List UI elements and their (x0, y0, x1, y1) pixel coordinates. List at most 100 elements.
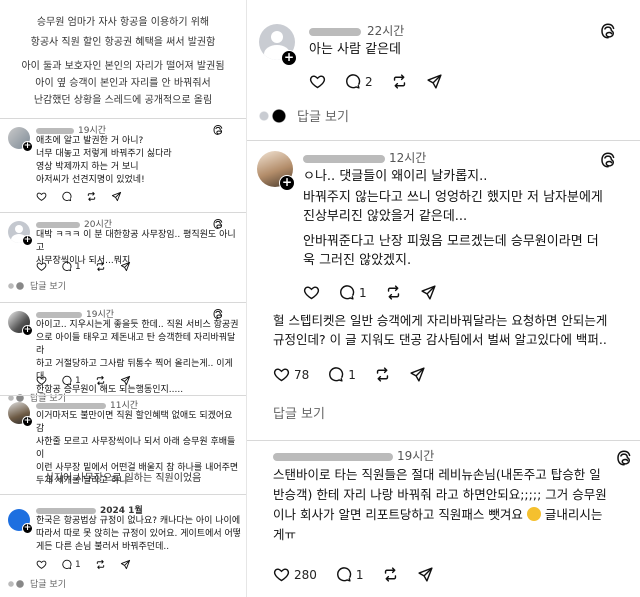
share-icon (111, 191, 122, 202)
like-count: 280 (294, 567, 317, 582)
caption-top: 승무원 엄마가 자사 항공을 이용하기 위해 항공사 직원 할인 항공권 혜택을… (30, 17, 216, 48)
post-card: 19시간 스탠바이로 타는 직원들은 절대 레비뉴손님(내돈주고 탑승한 일 반… (247, 440, 640, 597)
repost-icon (374, 366, 391, 383)
reply-count: 1 (75, 559, 81, 570)
heart-icon (36, 559, 47, 570)
comment-button[interactable]: 1 (327, 366, 356, 383)
share-button[interactable] (120, 559, 131, 570)
reply-count: 1 (75, 261, 81, 272)
heart-icon (273, 566, 290, 583)
repost-icon (95, 261, 106, 272)
comment-icon (338, 284, 355, 301)
view-replies-link[interactable]: 답글 보기 (8, 577, 66, 590)
like-button[interactable] (36, 261, 47, 272)
reply-indicator-icon (8, 281, 26, 290)
post-username[interactable]: 22시간 (309, 22, 404, 39)
post-actions: 1 (36, 375, 145, 386)
repost-button[interactable] (391, 73, 408, 90)
post-card: + 20시간 대박 ㅋㅋㅋ 이 분 대한항공 사무장임.. 평직원도 아니고 사… (0, 212, 246, 294)
post-text: 헐 스텝티켓은 일반 승객에게 자리바꿔달라는 요청하면 안되는게 규정인데? … (273, 313, 608, 347)
plus-badge-icon[interactable]: + (22, 325, 33, 336)
repost-button[interactable] (374, 366, 391, 383)
comment-button[interactable] (61, 191, 72, 202)
reply-count: 2 (365, 74, 373, 89)
comment-icon (61, 191, 72, 202)
view-replies-link[interactable]: 답글 보기 (259, 106, 349, 125)
post-card: + 19시간 애초에 알고 발권한 거 아니? 너무 대놓고 저렇게 바꿔주기 … (0, 118, 246, 210)
repost-button[interactable] (382, 566, 399, 583)
reply-count: 1 (359, 285, 367, 300)
like-button[interactable] (36, 191, 47, 202)
comment-button[interactable]: 1 (335, 566, 364, 583)
share-button[interactable] (120, 375, 131, 386)
repost-icon (382, 566, 399, 583)
heart-icon (36, 261, 47, 272)
repost-button[interactable] (385, 284, 402, 301)
post-actions: 2 (309, 73, 457, 90)
like-button[interactable] (36, 375, 47, 386)
share-button[interactable] (120, 261, 131, 272)
share-icon (120, 559, 131, 570)
comment-icon (61, 559, 72, 570)
repost-button[interactable] (86, 191, 97, 202)
repost-icon (86, 191, 97, 202)
comment-icon (344, 73, 361, 90)
caption-mid: 아이 둘과 보호자인 본인의 자리가 떨어져 발권됨 아이 옆 승객이 본인과 … (21, 61, 225, 106)
post-username[interactable]: 12시간 (303, 149, 426, 166)
post-card: 헐 스텝티켓은 일반 승객에게 자리바꿔달라는 요청하면 안되는게 규정인데? … (247, 305, 640, 435)
like-button[interactable] (303, 284, 320, 301)
share-button[interactable] (420, 284, 437, 301)
post-actions: 78 1 (273, 366, 440, 383)
post-text: 애초에 알고 발권한 거 아니? 너무 대놓고 저렇게 바꿔주기 싫다라 영상 … (36, 136, 172, 185)
post-actions: 280 1 (273, 566, 448, 583)
share-icon (420, 284, 437, 301)
post-card: + 12시간 ㅇ나.. 댓글들이 왜이리 날카롭지.. 바꿔주지 않는다고 쓰니… (247, 140, 640, 305)
like-button[interactable] (309, 73, 326, 90)
share-button[interactable] (417, 566, 434, 583)
comment-button[interactable]: 2 (344, 73, 373, 90)
plus-badge-icon[interactable]: + (279, 175, 295, 191)
like-count: 78 (294, 367, 310, 382)
view-replies-link[interactable]: 답글 보기 (8, 279, 66, 292)
heart-icon (303, 284, 320, 301)
share-icon (426, 73, 443, 90)
reply-count: 1 (348, 367, 356, 382)
comment-button[interactable]: 1 (338, 284, 367, 301)
share-button[interactable] (426, 73, 443, 90)
repost-button[interactable] (95, 261, 106, 272)
plus-badge-icon[interactable]: + (22, 235, 33, 246)
like-button[interactable] (36, 559, 47, 570)
like-button[interactable]: 78 (273, 366, 309, 383)
reply-count: 1 (75, 375, 81, 386)
reply-indicator-icon (8, 579, 26, 588)
share-icon (120, 261, 131, 272)
repost-icon (385, 284, 402, 301)
view-replies-link[interactable]: 답글 보기 (273, 403, 325, 422)
plus-badge-icon[interactable]: + (22, 523, 33, 534)
post-card: + 19시간 아이고.. 지우시는게 좋을듯 한데.. 직원 서비스 항공권 으… (0, 302, 246, 404)
comment-button[interactable]: 1 (61, 559, 81, 570)
repost-icon (95, 559, 106, 570)
heart-icon (36, 375, 47, 386)
post-actions: 1 (36, 559, 145, 570)
comment-button[interactable]: 1 (61, 261, 81, 272)
plus-badge-icon[interactable]: + (22, 416, 33, 427)
share-button[interactable] (111, 191, 122, 202)
caption-note: 심지어 사무장으로 일하는 직원이었음 (44, 473, 202, 484)
post-actions: 1 (303, 284, 451, 301)
repost-button[interactable] (95, 375, 106, 386)
threads-logo-icon (599, 22, 617, 40)
post-card: + 22시간 아는 사람 같은데 2 답글 보기 (247, 0, 640, 140)
plus-badge-icon[interactable]: + (22, 141, 33, 152)
like-button[interactable]: 280 (273, 566, 317, 583)
repost-button[interactable] (95, 559, 106, 570)
plus-badge-icon[interactable]: + (281, 50, 297, 66)
post-time: 12시간 (389, 151, 427, 165)
comment-icon (327, 366, 344, 383)
repost-icon (95, 375, 106, 386)
share-button[interactable] (409, 366, 426, 383)
comment-button[interactable]: 1 (61, 375, 81, 386)
post-time: 19시간 (397, 449, 435, 463)
post-username[interactable]: 19시간 (273, 447, 434, 464)
heart-icon (273, 366, 290, 383)
